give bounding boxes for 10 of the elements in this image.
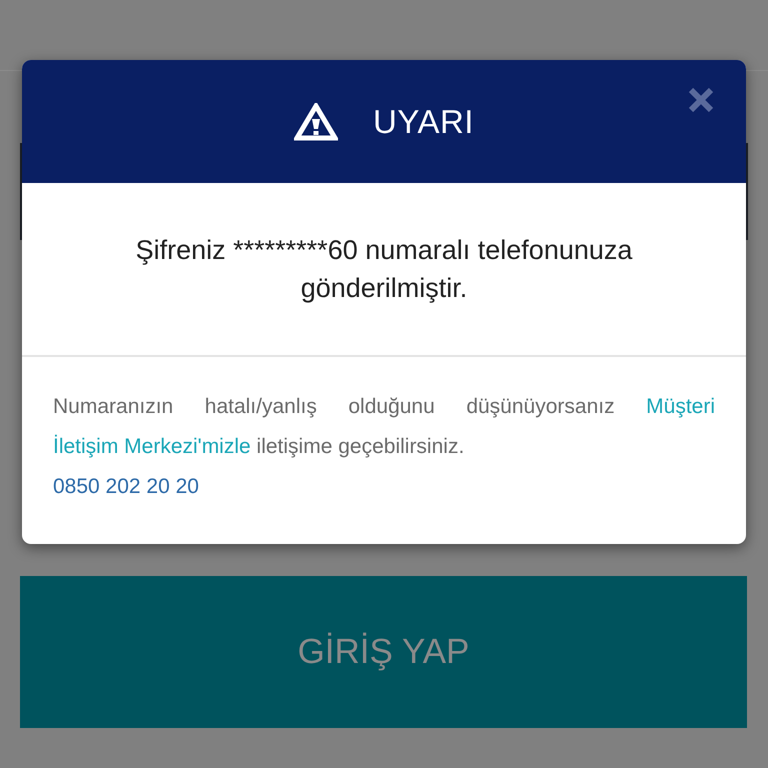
close-button[interactable] <box>688 87 714 113</box>
dialog-title: UYARI <box>372 102 474 140</box>
warning-icon <box>294 102 338 140</box>
phone-link[interactable]: 0850 202 20 20 <box>53 467 199 507</box>
contact-center-link[interactable]: İletişim Merkezi'mizle <box>53 435 251 458</box>
message-text: Şifreniz *********60 numaralı telefonunuza gönderilmiştir. <box>134 234 634 305</box>
close-icon <box>688 87 714 113</box>
info-text: Numaranızın hatalı/yanlış olduğunu düşünüyorsanız Müşteri İletişim Merkezi'mizle iletişime geçebilirsiniz. <box>53 394 715 460</box>
login-button[interactable]: GİRİŞ YAP <box>20 576 747 728</box>
contact-center-link[interactable]: Müşteri <box>646 395 715 418</box>
